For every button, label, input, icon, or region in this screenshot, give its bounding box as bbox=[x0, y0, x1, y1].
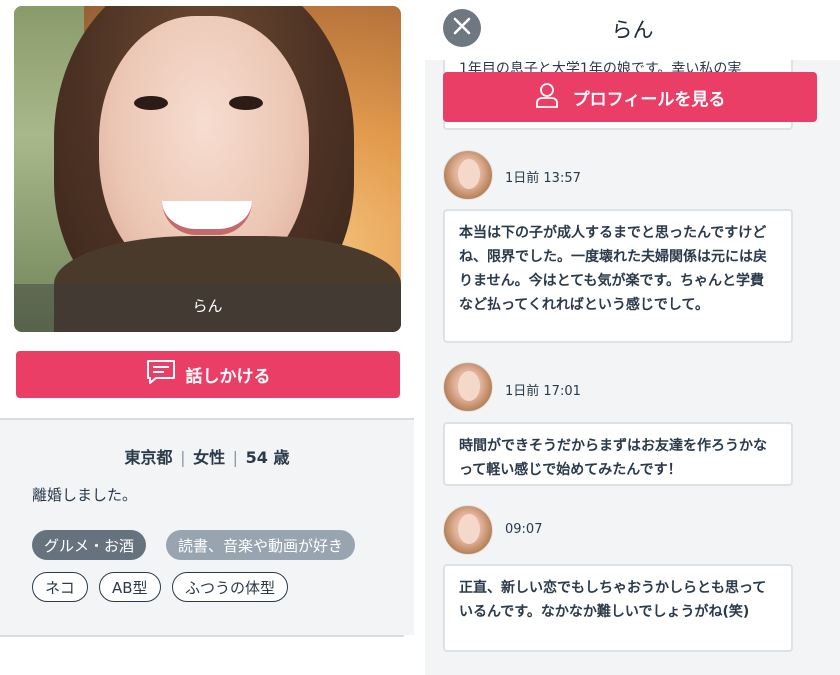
tag-cat: ネコ bbox=[32, 572, 88, 602]
sender-avatar[interactable] bbox=[443, 505, 493, 555]
user-icon bbox=[535, 82, 559, 113]
chat-bubble-icon bbox=[146, 359, 176, 390]
separator: | bbox=[232, 448, 239, 467]
message-bubble: 正直、新しい恋でもしちゃおうかしらとも思っているんです。なかなか難しいでしょうが… bbox=[443, 564, 793, 652]
photo-eye bbox=[134, 96, 168, 110]
message-bubble: 時間ができそうだからまずはお友達を作ろうかなって軽い感じで始めてみたんです！ bbox=[443, 422, 793, 486]
gender-text: 女性 bbox=[193, 448, 226, 467]
photo-caption-name: らん bbox=[192, 297, 223, 315]
profile-photo[interactable]: らん bbox=[14, 6, 401, 332]
talk-button[interactable]: 話しかける bbox=[16, 351, 400, 398]
age-text: 54 歳 bbox=[245, 448, 290, 467]
header-title: らん bbox=[611, 18, 654, 42]
tag-body-type: ふつうの体型 bbox=[172, 572, 289, 602]
message-bubble: 本当は下の子が成人するまでと思ったんですけどね、限界でした。一度壊れた夫婦関係は… bbox=[443, 209, 793, 343]
message-time: 09:07 bbox=[505, 522, 543, 537]
bio-text: 離婚しました。 bbox=[32, 486, 138, 504]
view-profile-label: プロフィールを見る bbox=[572, 89, 726, 110]
tag-blood-type: AB型 bbox=[99, 572, 161, 602]
location-text: 東京都 bbox=[124, 448, 173, 467]
message-panel: 1年目の息子と大学1年の娘です。幸い私の実 らん プロフィールを見る 1日前 1… bbox=[425, 0, 840, 675]
photo-eye bbox=[229, 96, 263, 110]
separator: | bbox=[180, 448, 186, 467]
sender-avatar[interactable] bbox=[443, 362, 493, 412]
view-profile-button[interactable]: プロフィールを見る bbox=[443, 72, 817, 122]
message-time: 1日前 17:01 bbox=[505, 384, 581, 399]
tag-reading-music: 読書、音楽や動画が好き bbox=[166, 530, 356, 560]
sender-avatar[interactable] bbox=[443, 150, 493, 200]
message-time: 1日前 13:57 bbox=[505, 171, 581, 186]
talk-button-label: 話しかける bbox=[185, 367, 271, 386]
message-header: らん bbox=[425, 0, 840, 60]
tag-gourmet: グルメ・お酒 bbox=[32, 530, 147, 560]
profile-info-section: 東京都 | 女性 | 54 歳 離婚しました。 グルメ・お酒 読書、音楽や動画が… bbox=[0, 420, 414, 635]
profile-card-panel: らん 話しかける 東京都 | 女性 | 54 歳 離婚しました。 グルメ・お酒 … bbox=[0, 0, 415, 675]
screen: らん 話しかける 東京都 | 女性 | 54 歳 離婚しました。 グルメ・お酒 … bbox=[0, 0, 840, 675]
profile-summary: 東京都 | 女性 | 54 歳 bbox=[0, 444, 414, 468]
divider bbox=[0, 635, 404, 637]
close-button[interactable] bbox=[443, 9, 481, 47]
close-icon bbox=[452, 16, 472, 40]
